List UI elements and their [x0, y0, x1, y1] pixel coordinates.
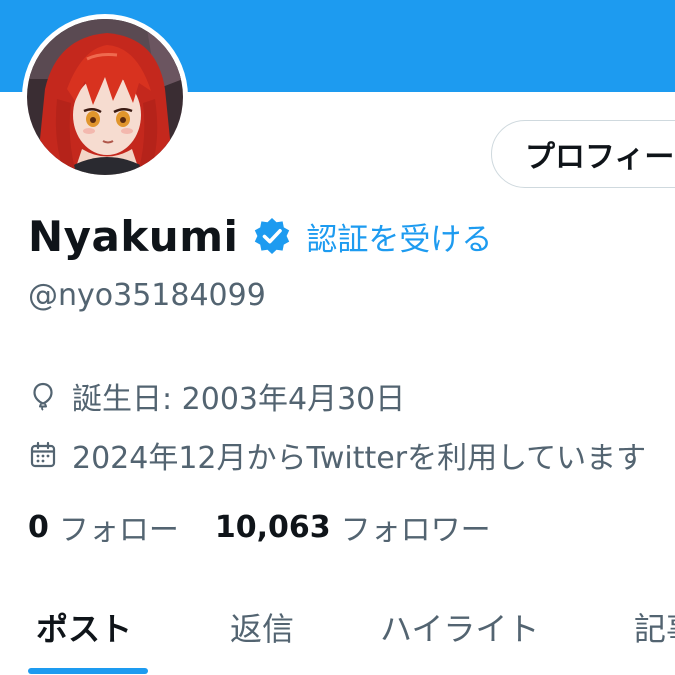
- tab-replies[interactable]: 返信: [230, 590, 294, 675]
- follow-stats: 0 フォロー 10,063 フォロワー: [28, 505, 491, 549]
- edit-profile-label: プロフィールを編集: [525, 140, 675, 175]
- get-verified-link[interactable]: 認証を受ける: [306, 214, 492, 259]
- balloon-icon: [33, 382, 53, 411]
- followers-link[interactable]: 10,063 フォロワー: [215, 505, 491, 549]
- active-tab-indicator: [28, 668, 148, 674]
- name-row: Nyakumi 認証を受ける: [28, 206, 492, 266]
- verified-badge-icon[interactable]: [252, 216, 292, 256]
- birthday-text: 誕生日: 2003年4月30日: [72, 382, 406, 417]
- following-label: フォロー: [58, 513, 179, 548]
- avatar-image: [27, 19, 183, 175]
- tab-articles[interactable]: 記事: [634, 590, 675, 675]
- joined-row: 2024年12月からTwitterを利用しています: [28, 433, 646, 477]
- birthday-row: 誕生日: 2003年4月30日: [28, 374, 405, 418]
- profile-page: プロフィールを編集 Nyakumi 認証を受ける @nyo35184099 誕生…: [0, 0, 675, 675]
- tab-posts[interactable]: ポスト: [36, 590, 132, 675]
- following-count: 0: [28, 509, 49, 545]
- joined-text: 2024年12月からTwitterを利用しています: [72, 441, 647, 476]
- tab-replies-label: 返信: [230, 610, 295, 648]
- calendar-icon: [30, 441, 56, 468]
- handle: @nyo35184099: [28, 278, 266, 313]
- tab-highlights[interactable]: ハイライト: [380, 590, 539, 675]
- display-name: Nyakumi: [28, 211, 239, 261]
- tab-posts-label: ポスト: [36, 610, 133, 648]
- following-link[interactable]: 0 フォロー: [28, 505, 179, 549]
- profile-tabs: ポスト 返信 ハイライト 記事: [0, 590, 675, 675]
- tab-articles-label: 記事: [634, 610, 675, 648]
- followers-count: 10,063: [214, 509, 331, 545]
- followers-label: フォロワー: [340, 513, 491, 548]
- tab-highlights-label: ハイライト: [380, 610, 540, 648]
- edit-profile-button[interactable]: プロフィールを編集: [491, 120, 675, 188]
- avatar[interactable]: [22, 14, 188, 180]
